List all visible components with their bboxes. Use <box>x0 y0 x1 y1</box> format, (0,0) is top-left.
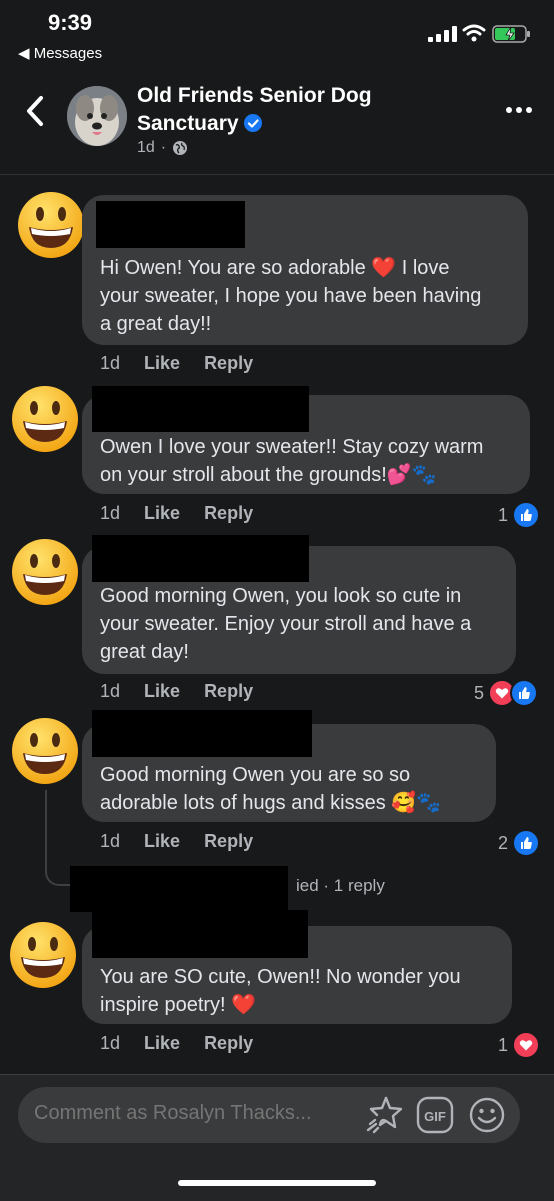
view-replies-link[interactable]: ied · 1 reply <box>296 876 385 896</box>
comment-time: 1d <box>100 831 121 851</box>
reply-thread-line <box>45 790 71 886</box>
page-title[interactable]: Old Friends Senior Dog Sanctuary <box>137 82 447 138</box>
comment-line: Hi Owen! You are so adorable ❤️ I love <box>100 257 450 279</box>
reply-button[interactable]: Reply <box>204 1033 253 1054</box>
battery-charging-icon <box>492 25 530 43</box>
like-button[interactable]: Like <box>144 353 180 374</box>
page-avatar[interactable] <box>67 86 127 146</box>
chevron-left-icon[interactable] <box>22 94 48 128</box>
redacted-author-name <box>92 910 308 958</box>
globe-icon <box>173 141 188 155</box>
comment-line: your sweater, I hope you have been havin… <box>100 285 482 307</box>
comment-text: Good morning Owen, you look so cute in y… <box>100 582 471 666</box>
reply-button[interactable]: Reply <box>204 831 253 852</box>
reaction-summary[interactable]: 1 <box>498 501 541 529</box>
grinning-face-avatar-icon[interactable] <box>8 920 78 990</box>
comment-line: Good morning Owen you are so so <box>100 764 411 786</box>
back-to-messages-link[interactable]: ◀ Messages <box>18 44 102 62</box>
comment-actions: 1d Like Reply <box>100 1033 253 1054</box>
comment-text: Good morning Owen you are so so adorable… <box>100 761 441 817</box>
reaction-count: 2 <box>498 832 509 853</box>
reaction-count: 5 <box>474 682 485 703</box>
reaction-count: 1 <box>498 1034 509 1055</box>
comment-time: 1d <box>100 353 121 373</box>
wifi-icon <box>462 24 486 42</box>
comment-text: Hi Owen! You are so adorable ❤️ I love y… <box>100 254 481 338</box>
redacted-author-name <box>92 535 309 582</box>
emoji-icon[interactable] <box>468 1096 506 1134</box>
reply-summary-text: ied <box>296 876 319 895</box>
comment-actions: 1d Like Reply <box>100 681 253 702</box>
post-timestamp: 1d <box>137 139 155 156</box>
grinning-face-avatar-icon[interactable] <box>10 537 80 607</box>
like-button[interactable]: Like <box>144 681 180 702</box>
reaction-summary[interactable]: 1 <box>498 1031 541 1059</box>
meta-separator: · <box>160 139 167 156</box>
redacted-author-name <box>92 710 312 757</box>
like-button[interactable]: Like <box>144 1033 180 1054</box>
redacted-author-name <box>92 386 309 432</box>
grinning-face-avatar-icon[interactable] <box>10 716 80 786</box>
love-reaction-icon <box>512 1031 541 1059</box>
comment-line: adorable lots of hugs and kisses 🥰🐾 <box>100 792 442 814</box>
grinning-face-avatar-icon[interactable] <box>16 190 86 260</box>
post-meta: 1d · <box>137 139 188 157</box>
comment-actions: 1d Like Reply <box>100 353 253 374</box>
verified-badge-icon <box>243 114 262 132</box>
comment-time: 1d <box>100 1033 121 1053</box>
comment-actions: 1d Like Reply <box>100 831 253 852</box>
comment-line: Owen I love your sweater!! Stay cozy war… <box>100 436 484 458</box>
grinning-face-avatar-icon[interactable] <box>10 384 80 454</box>
comment-line: a great day!! <box>100 313 212 335</box>
comment-text: Owen I love your sweater!! Stay cozy war… <box>100 433 483 489</box>
comment-line: on your stroll about the grounds!💕🐾 <box>100 464 437 486</box>
comment-line: You are SO cute, Owen!! No wonder you <box>100 966 461 988</box>
like-reaction-icon <box>512 501 541 529</box>
like-button[interactable]: Like <box>144 503 180 524</box>
comment-line: inspire poetry! ❤️ <box>100 994 257 1016</box>
like-button[interactable]: Like <box>144 831 180 852</box>
like-reaction-icon <box>510 679 539 707</box>
comment-line: great day! <box>100 641 189 663</box>
reply-button[interactable]: Reply <box>204 353 253 374</box>
comment-line: Good morning Owen, you look so cute in <box>100 585 462 607</box>
comment-time: 1d <box>100 681 121 701</box>
reaction-summary[interactable]: 5 <box>474 679 539 707</box>
reply-button[interactable]: Reply <box>204 503 253 524</box>
reaction-summary[interactable]: 2 <box>498 829 541 857</box>
comment-actions: 1d Like Reply <box>100 503 253 524</box>
redacted-author-name <box>96 201 245 248</box>
more-horizontal-icon[interactable] <box>505 104 533 116</box>
like-reaction-icon <box>512 829 541 857</box>
comment-time: 1d <box>100 503 121 523</box>
home-indicator[interactable] <box>178 1180 376 1186</box>
comment-line: your sweater. Enjoy your stroll and have… <box>100 613 472 635</box>
reply-count: · 1 reply <box>323 876 385 895</box>
comment-input[interactable] <box>34 1102 354 1125</box>
reply-button[interactable]: Reply <box>204 681 253 702</box>
gif-icon[interactable]: GIF <box>416 1096 454 1134</box>
reaction-count: 1 <box>498 504 509 525</box>
svg-text:GIF: GIF <box>424 1109 446 1124</box>
header-divider <box>0 174 554 175</box>
comment-text: You are SO cute, Owen!! No wonder you in… <box>100 963 461 1019</box>
signal-icon <box>428 26 457 42</box>
sticker-icon[interactable] <box>364 1094 404 1136</box>
status-time: 9:39 <box>48 10 93 35</box>
redacted-replier-name <box>70 866 288 912</box>
